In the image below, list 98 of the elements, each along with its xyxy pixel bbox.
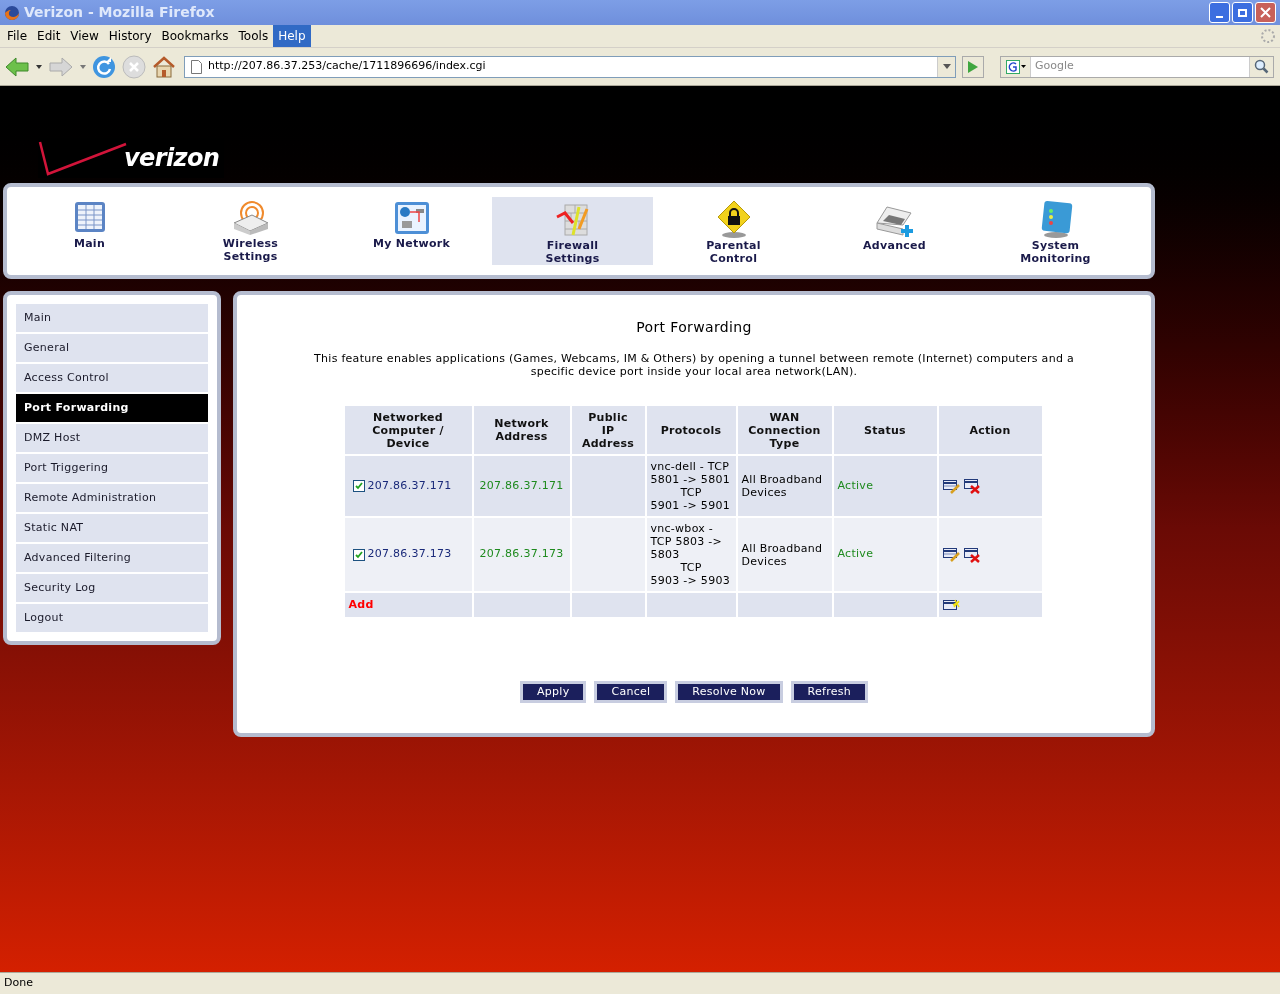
nav-label: Advanced (862, 239, 927, 252)
column-header: Networked Computer / Device (344, 406, 474, 456)
checkmark-icon (354, 482, 363, 490)
nav-tab[interactable]: Wireless Settings (170, 197, 331, 265)
page-icon (191, 59, 202, 74)
column-header: WAN Connection Type (737, 406, 834, 456)
sidebar-item[interactable]: Static NAT (16, 514, 208, 542)
column-header: Protocols (646, 406, 738, 456)
device-name: 207.86.37.173 (367, 546, 452, 563)
search-input[interactable]: Google (1031, 58, 1249, 75)
protocol-line: vnc-dell - TCP (650, 460, 731, 473)
menu-item[interactable]: Help (273, 25, 311, 47)
row-checkbox[interactable] (352, 480, 365, 492)
menu-item[interactable]: View (65, 25, 104, 47)
window-title: Verizon - Mozilla Firefox (24, 3, 215, 22)
sidebar-item[interactable]: Advanced Filtering (16, 544, 208, 572)
menu-item[interactable]: Edit (32, 25, 66, 47)
checkmark-icon (354, 550, 363, 559)
nav-tab[interactable]: Parental Control (653, 197, 814, 265)
sidebar-item[interactable]: Port Forwarding (16, 394, 208, 422)
description: This feature enables applications (Games, Webcams, IM & Others) by opening a tunnel between remote (Internet) computers and a specific device port inside your local area network(LAN). (313, 352, 1075, 378)
action-button[interactable]: Apply (520, 681, 587, 703)
column-header: Status (833, 406, 939, 456)
caret-icon (1020, 65, 1026, 68)
search-icon (1254, 59, 1269, 74)
panel-title: Port Forwarding (636, 318, 752, 337)
protocol-line: 5901 -> 5901 (650, 499, 731, 512)
verizon-logo: verizon (124, 143, 220, 174)
nav-label: Wireless Settings (221, 237, 280, 263)
action-button[interactable]: Refresh (790, 681, 868, 703)
throbber-icon (1260, 28, 1276, 44)
search-button[interactable] (1249, 56, 1273, 77)
close-button[interactable] (1255, 2, 1276, 23)
status-text: Done (4, 975, 33, 992)
protocol-line: vnc-wbox - (650, 522, 715, 535)
device-name: 207.86.37.171 (367, 477, 452, 494)
column-header: Action (938, 406, 1044, 456)
search-engine-dropdown[interactable] (1001, 56, 1031, 77)
sidebar-item[interactable]: General (16, 334, 208, 362)
dropdown-caret-icon[interactable] (36, 64, 42, 69)
nav-label: Parental Control (705, 239, 762, 265)
go-button[interactable] (962, 55, 984, 78)
edit-icon[interactable] (942, 478, 960, 494)
caret-icon (942, 64, 951, 69)
sidebar-item[interactable]: Logout (16, 604, 208, 632)
delete-icon[interactable] (963, 546, 981, 563)
nav-tab[interactable]: Firewall Settings (492, 197, 653, 265)
address-field[interactable]: http://207.86.37.253/cache/1711896696/index.cgi (184, 55, 956, 78)
menu-item[interactable]: File (2, 25, 33, 47)
url-text: http://207.86.37.253/cache/1711896696/index.cgi (208, 58, 486, 75)
column-header: Network Address (473, 406, 572, 456)
close-icon (1260, 7, 1271, 18)
protocol-line: 5801 -> 5801 (650, 473, 731, 486)
nav-tab[interactable]: System Monitoring (975, 197, 1136, 265)
status-text: Active (837, 546, 874, 563)
delete-icon[interactable] (963, 478, 981, 494)
menu-item[interactable]: Tools (233, 25, 274, 47)
play-arrow-icon (968, 60, 978, 73)
menu-item[interactable]: Bookmarks (156, 25, 234, 47)
nav-tab[interactable]: My Network (331, 197, 492, 265)
wan-type: All Broadband Devices (741, 473, 824, 499)
add-entry-icon[interactable] (942, 598, 960, 612)
reload-icon[interactable] (92, 54, 116, 79)
browser-logo-icon (4, 4, 20, 21)
menu-item[interactable]: History (103, 25, 157, 47)
action-button[interactable]: Resolve Now (675, 681, 783, 703)
network-address: 207.86.37.171 (479, 477, 564, 494)
sidebar-item[interactable]: Access Control (16, 364, 208, 392)
search-field[interactable]: Google (1000, 55, 1274, 78)
wan-type: All Broadband Devices (741, 541, 824, 568)
nav-label: Main (72, 237, 107, 250)
nav-label: Firewall Settings (544, 239, 601, 265)
back-arrow-icon[interactable] (4, 54, 30, 79)
protocol-line: 5903 -> 5903 (650, 574, 731, 587)
nav-tab[interactable]: Advanced (814, 197, 975, 265)
protocol-line: TCP 5803 -> (650, 535, 724, 548)
nav-tab[interactable]: Main (9, 197, 170, 265)
protocol-line: TCP (679, 561, 703, 574)
sidebar-item[interactable]: DMZ Host (16, 424, 208, 452)
edit-icon[interactable] (942, 547, 960, 562)
protocol-line: 5803 (650, 548, 681, 561)
sidebar-item[interactable]: Security Log (16, 574, 208, 602)
action-button[interactable]: Cancel (594, 681, 668, 703)
protocol-line: TCP (679, 486, 703, 499)
status-text: Active (837, 477, 874, 494)
network-address: 207.86.37.173 (479, 546, 564, 563)
sidebar-item[interactable]: Remote Administration (16, 484, 208, 512)
minimize-button[interactable] (1209, 2, 1230, 23)
sidebar-item[interactable]: Port Triggering (16, 454, 208, 482)
history-dropdown[interactable] (937, 56, 955, 77)
nav-label: System Monitoring (1019, 239, 1092, 265)
restore-button[interactable] (1232, 2, 1253, 23)
home-icon[interactable] (152, 54, 176, 79)
row-checkbox[interactable] (352, 548, 365, 561)
sidebar-item[interactable]: Main (16, 304, 208, 332)
engine-logo-icon (1005, 59, 1020, 74)
nav-label: My Network (371, 237, 452, 250)
column-header: Public IP Address (571, 406, 647, 456)
